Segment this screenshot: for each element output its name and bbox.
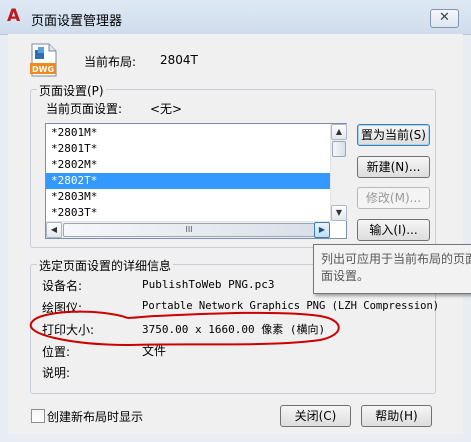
- location-value: 文件: [142, 344, 167, 358]
- plotter-value: Portable Network Graphics PNG (LZH Compr…: [142, 300, 440, 312]
- horizontal-scroll-thumb[interactable]: III: [63, 223, 315, 237]
- close-window-button[interactable]: ✕: [430, 9, 459, 28]
- show-on-new-layout-label: 创建新布局时显示: [47, 410, 144, 424]
- current-layout-value: 2804T: [160, 53, 198, 67]
- list-item[interactable]: *2801M*: [46, 125, 330, 141]
- help-button[interactable]: 帮助(H): [361, 405, 432, 427]
- current-page-setup-value: <无>: [150, 102, 183, 116]
- current-layout-label: 当前布局:: [84, 55, 137, 69]
- list-item[interactable]: *2803T*: [46, 205, 330, 221]
- scroll-left-arrow-icon[interactable]: ◀: [46, 222, 62, 238]
- list-item[interactable]: *2801T*: [46, 141, 330, 157]
- plotter-label: 绘图仪:: [42, 301, 83, 315]
- description-label: 说明:: [42, 366, 71, 380]
- show-on-new-layout-checkbox[interactable]: [31, 409, 45, 423]
- dwg-file-icon: DWG: [30, 43, 57, 77]
- window-title: 页面设置管理器: [31, 14, 123, 29]
- scroll-up-arrow-icon[interactable]: ▲: [331, 124, 347, 140]
- tooltip-line-1: 列出可应用于当前布局的页面: [321, 252, 471, 266]
- device-name-value: PublishToWeb PNG.pc3: [142, 278, 275, 291]
- tooltip-line-2: 面设置。: [321, 269, 370, 283]
- list-item-selected[interactable]: *2802T*: [46, 173, 330, 189]
- close-button[interactable]: 关闭(C): [280, 405, 351, 427]
- new-button[interactable]: 新建(N)...: [357, 156, 430, 178]
- vertical-scrollbar[interactable]: ▲ ▼: [330, 124, 347, 221]
- current-page-setup-label: 当前页面设置:: [46, 102, 123, 116]
- import-button[interactable]: 输入(I)...: [357, 219, 430, 241]
- details-group-title: 选定页面设置的详细信息: [37, 257, 174, 274]
- scroll-right-arrow-icon[interactable]: ▶: [314, 222, 330, 238]
- autocad-app-icon: A: [7, 6, 21, 26]
- location-label: 位置:: [42, 345, 71, 359]
- modify-button[interactable]: 修改(M)...: [357, 187, 430, 209]
- list-item[interactable]: *2802M*: [46, 157, 330, 173]
- title-bar: A 页面设置管理器 ✕: [0, 0, 471, 35]
- dwg-icon-caption: DWG: [32, 65, 54, 74]
- scroll-down-arrow-icon[interactable]: ▼: [331, 205, 347, 221]
- list-item[interactable]: *2803M*: [46, 189, 330, 205]
- device-name-label: 设备名:: [42, 279, 83, 293]
- plot-size-value: 3750.00 x 1660.00 像素 (横向): [142, 323, 326, 336]
- tooltip: 列出可应用于当前布局的页面 面设置。: [313, 244, 471, 294]
- page-setup-list[interactable]: *2801M* *2801T* *2802M* *2802T* *2803M* …: [45, 123, 347, 239]
- set-current-button[interactable]: 置为当前(S): [357, 124, 430, 146]
- vertical-scroll-thumb[interactable]: [332, 141, 346, 157]
- plot-size-label: 打印大小:: [42, 323, 95, 337]
- page-setups-group-title: 页面设置(P): [37, 82, 106, 99]
- horizontal-scrollbar[interactable]: ◀ III ▶: [46, 221, 330, 238]
